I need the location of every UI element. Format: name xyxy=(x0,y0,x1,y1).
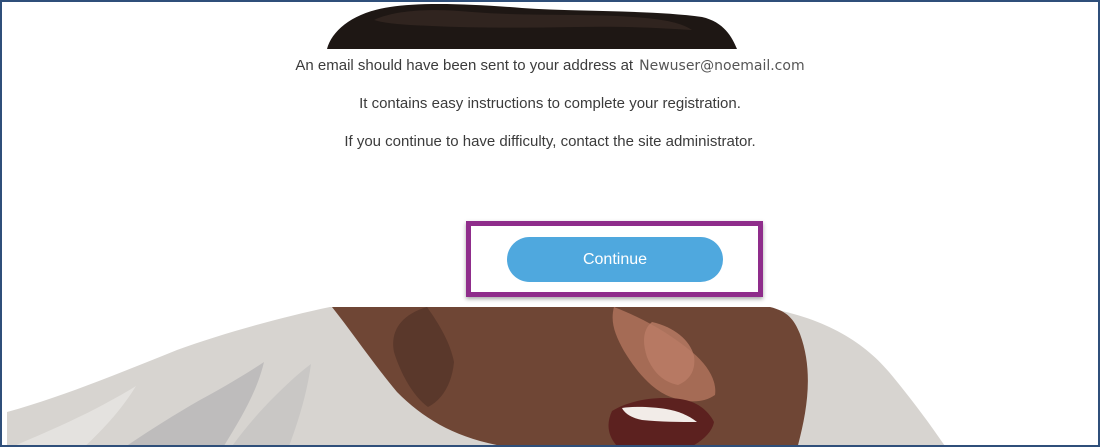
email-sent-message: An email should have been sent to your a… xyxy=(2,57,1098,75)
instructions-message: It contains easy instructions to complet… xyxy=(359,95,741,112)
screenshot-frame: An email should have been sent to your a… xyxy=(0,0,1100,447)
difficulty-message: If you continue to have difficulty, cont… xyxy=(344,133,756,150)
email-address: Newuser@noemail.com xyxy=(639,58,805,74)
continue-button[interactable]: Continue xyxy=(507,237,723,282)
email-sent-prefix: An email should have been sent to your a… xyxy=(295,57,634,74)
